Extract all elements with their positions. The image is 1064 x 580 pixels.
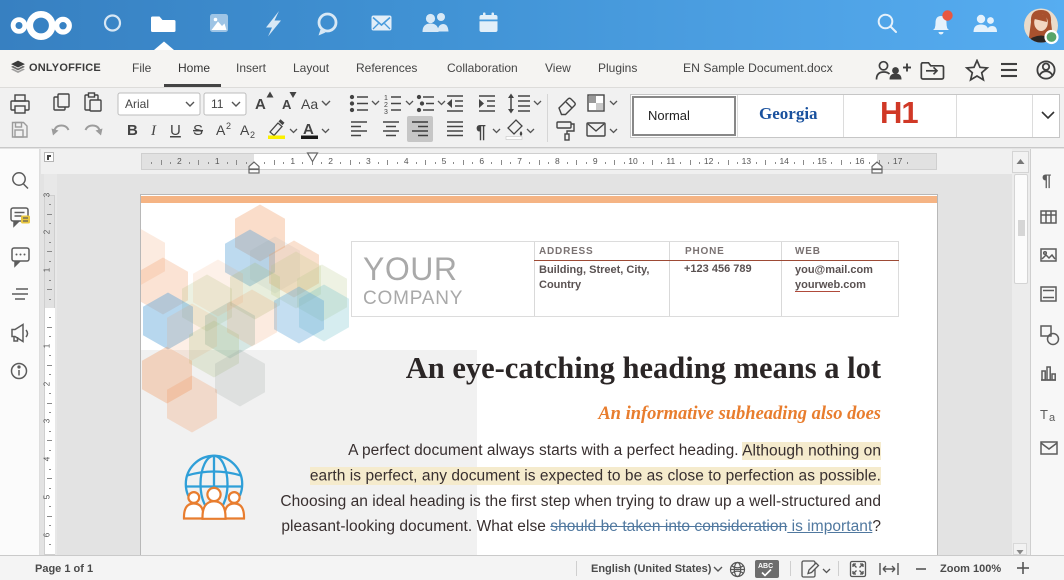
svg-text:B: B [127,122,138,139]
svg-text:U: U [170,122,181,139]
svg-text:2: 2 [384,102,388,109]
svg-text:A: A [255,96,266,113]
svg-text:¶: ¶ [1042,171,1051,190]
svg-text:2: 2 [250,130,255,140]
svg-text:¶: ¶ [476,122,486,142]
svg-text:ABC: ABC [758,563,773,570]
svg-text:a: a [1049,412,1056,424]
svg-text:Arial: Arial [125,97,149,111]
svg-text:11: 11 [211,97,224,111]
svg-text:A: A [216,122,226,138]
svg-text:3: 3 [384,109,388,116]
svg-text:T: T [1040,407,1048,422]
svg-text:Aa: Aa [301,96,318,112]
svg-text:1: 1 [384,95,388,102]
svg-text:2: 2 [226,121,231,131]
svg-text:I: I [150,123,157,139]
svg-text:A: A [282,97,292,112]
svg-text:S: S [193,122,203,139]
svg-text:A: A [240,122,250,138]
svg-text:A: A [303,121,314,138]
